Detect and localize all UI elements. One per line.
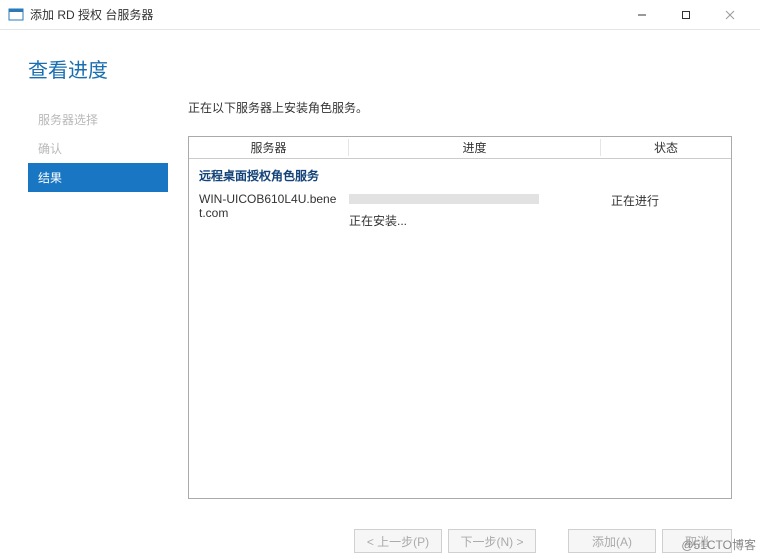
col-progress: 进度 xyxy=(349,139,601,156)
role-service-title: 远程桌面授权角色服务 xyxy=(189,159,731,190)
wizard-body: 服务器选择 确认 结果 正在以下服务器上安装角色服务。 服务器 进度 状态 远程… xyxy=(0,99,760,499)
window-controls xyxy=(620,1,752,29)
main-panel: 正在以下服务器上安装角色服务。 服务器 进度 状态 远程桌面授权角色服务 WIN… xyxy=(188,99,732,499)
server-name: WIN-UICOB610L4U.benet.com xyxy=(199,192,349,220)
col-server: 服务器 xyxy=(189,139,349,156)
wizard-footer: < 上一步(P) 下一步(N) > 添加(A) 取消 xyxy=(28,529,732,553)
table-row: WIN-UICOB610L4U.benet.com 正在安装... 正在进行 xyxy=(189,190,731,231)
minimize-button[interactable] xyxy=(620,1,664,29)
wizard-sidebar: 服务器选择 确认 结果 xyxy=(28,99,168,499)
prev-button[interactable]: < 上一步(P) xyxy=(354,529,442,553)
progress-table: 服务器 进度 状态 远程桌面授权角色服务 WIN-UICOB610L4U.ben… xyxy=(188,136,732,499)
next-button[interactable]: 下一步(N) > xyxy=(448,529,536,553)
sidebar-item-server-select: 服务器选择 xyxy=(28,105,168,134)
cancel-button[interactable]: 取消 xyxy=(662,529,732,553)
wizard-header: 查看进度 xyxy=(0,30,760,99)
window-title: 添加 RD 授权 台服务器 xyxy=(30,6,620,23)
progress-text: 正在安装... xyxy=(349,212,601,229)
instruction-text: 正在以下服务器上安装角色服务。 xyxy=(188,99,732,116)
app-icon xyxy=(8,7,24,23)
titlebar: 添加 RD 授权 台服务器 xyxy=(0,0,760,30)
maximize-button[interactable] xyxy=(664,1,708,29)
sidebar-item-confirm: 确认 xyxy=(28,134,168,163)
col-status: 状态 xyxy=(601,139,731,156)
table-header: 服务器 进度 状态 xyxy=(189,137,731,159)
status-text: 正在进行 xyxy=(601,192,721,209)
progress-bar xyxy=(349,194,539,204)
sidebar-item-results[interactable]: 结果 xyxy=(28,163,168,192)
page-title: 查看进度 xyxy=(28,54,732,83)
add-button[interactable]: 添加(A) xyxy=(568,529,656,553)
close-button[interactable] xyxy=(708,1,752,29)
progress-cell: 正在安装... xyxy=(349,192,601,229)
